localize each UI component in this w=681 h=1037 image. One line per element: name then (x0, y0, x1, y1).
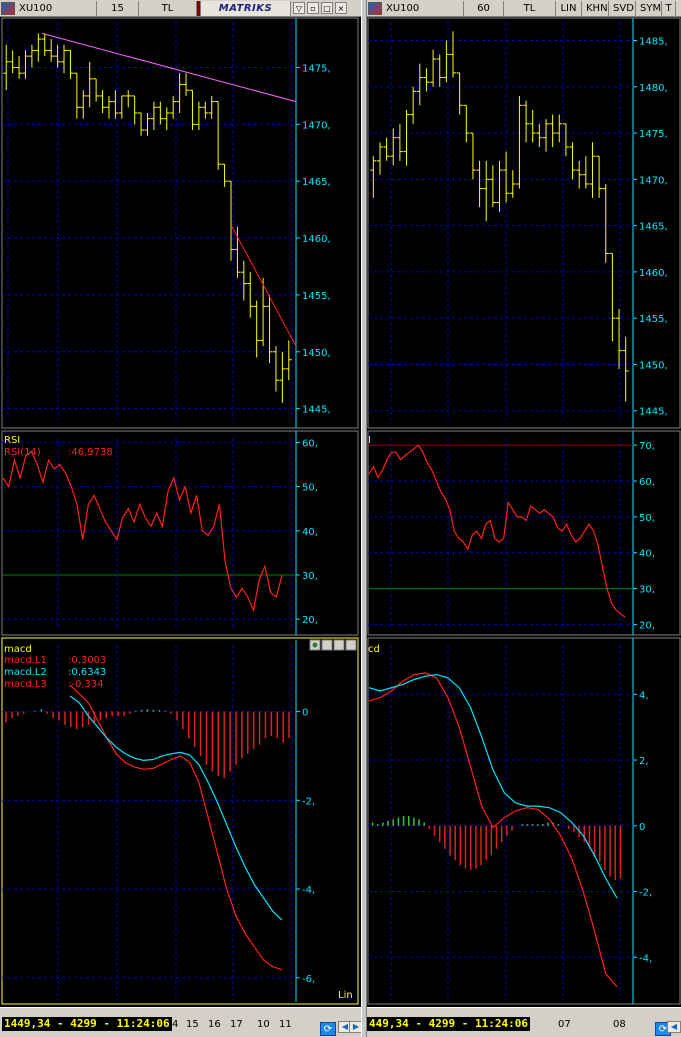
left-macd-axis-tick-label: -4, (302, 885, 315, 896)
right-macd-axis-tick-label: -4, (639, 953, 652, 964)
left-rsi-axis-tick-label: 60, (302, 438, 318, 449)
left-date-label: 10 (257, 1019, 270, 1030)
right-price-axis-tick-label: 1450, (639, 360, 668, 371)
left-macd-legend-value: :0,3003 (68, 655, 106, 666)
right-macd-axis-tick-label: 0 (639, 822, 645, 833)
left-chart-window: XU100 15 TL MATRIKS ▽ ▫ □ × 1475, 1470, 14… (0, 0, 361, 1037)
left-price-axis-tick-label: 1455, (302, 291, 331, 302)
left-rsi-axis-tick-label: 40, (302, 527, 318, 538)
left-rsi-title: RSI (4, 435, 20, 446)
left-price-axis-tick-label: 1460, (302, 234, 331, 245)
right-macd-axis-tick-label: -2, (639, 888, 652, 899)
left-macd-legend-label: macd.L1 (4, 655, 47, 666)
left-date-label: 15 (186, 1019, 199, 1030)
left-rsi-axis-tick-label: 30, (302, 571, 318, 582)
right-rsi-axis-tick-label: 50, (639, 513, 655, 524)
left-quote-readout: 1449,34 - 4299 - 11:24:06 (2, 1017, 172, 1031)
right-rsi-axis-tick-label: 60, (639, 477, 655, 488)
right-status-bar: 449,34 - 4299 - 11:24:06 07 08 ⟳ ◀ (367, 1007, 681, 1037)
left-trendline (231, 226, 297, 347)
left-price-axis-tick-label: 1475, (302, 63, 331, 74)
left-macd-legend-label: macd.L3 (4, 679, 47, 690)
right-rsi-title: I (368, 435, 371, 446)
right-price-axis-tick-label: 1445, (639, 407, 668, 418)
left-price-axis-tick-label: 1445, (302, 405, 331, 416)
right-macd-l2-line (368, 673, 618, 899)
left-macd-maximize-icon (333, 639, 345, 651)
left-sync-icon[interactable]: ⟳ (320, 1022, 336, 1036)
right-rsi-axis-tick-label: 40, (639, 549, 655, 560)
left-rsi-axis-tick-label: 50, (302, 483, 318, 494)
left-date-label: 17 (230, 1019, 243, 1030)
left-date-label: 4 (172, 1019, 179, 1030)
left-macd-axis-tick-label: -2, (302, 796, 315, 807)
right-date-label: 08 (613, 1019, 626, 1030)
left-rsi-legend-value: :46,9738 (68, 447, 113, 458)
left-scale-label: Lin (338, 990, 353, 1001)
right-price-axis-tick-label: 1485, (639, 37, 668, 48)
right-date-label: 07 (558, 1019, 571, 1030)
right-chart-canvas[interactable]: 1485, 1480, 1475, 1470, 1465, 1460, 1455, 1450,… (367, 0, 681, 1037)
left-date-label: 16 (208, 1019, 221, 1030)
right-macd-title: cd (368, 644, 380, 655)
right-rsi-axis-tick-label: 20, (639, 620, 655, 631)
left-scroll-right-icon[interactable]: ▶ (349, 1021, 361, 1033)
left-rsi-legend-label: RSI(14) (4, 447, 41, 458)
left-price-axis-tick-label: 1450, (302, 348, 331, 359)
right-price-axis-tick-label: 1470, (639, 175, 668, 186)
right-scroll-left-icon[interactable]: ◀ (667, 1021, 681, 1033)
right-price-axis-tick-label: 1475, (639, 129, 668, 140)
right-rsi-line (368, 444, 626, 618)
right-price-axis-tick-label: 1455, (639, 314, 668, 325)
left-macd-axis-tick-label: -6, (302, 974, 315, 985)
right-price-axis-tick-label: 1480, (639, 83, 668, 94)
left-macd-minimize-icon (321, 639, 333, 651)
left-macd-add-icon-dot (312, 642, 318, 648)
left-macd-axis-tick-label: 0 (302, 708, 308, 719)
left-rsi-axis-tick-label: 20, (302, 615, 318, 626)
right-macd-axis-tick-label: 4, (639, 690, 649, 701)
right-price-axis-tick-label: 1460, (639, 268, 668, 279)
left-macd-legend-value: :-0,334 (68, 679, 104, 690)
right-price-axis-tick-label: 1465, (639, 222, 668, 233)
right-chart-window: XU100 60 TL LIN KHN SVD SYM T 1485, 1480,… (367, 0, 681, 1037)
right-macd-axis-tick-label: 2, (639, 756, 649, 767)
left-macd-title: macd (4, 644, 32, 655)
left-price-axis-tick-label: 1465, (302, 177, 331, 188)
left-macd-panel-frame (1, 637, 359, 1005)
right-rsi-axis-tick-label: 70, (639, 441, 655, 452)
left-date-label: 11 (279, 1019, 292, 1030)
right-rsi-axis-tick-label: 30, (639, 585, 655, 596)
left-macd-legend-value: :0,6343 (68, 667, 106, 678)
left-macd-legend-label: macd.L2 (4, 667, 47, 678)
right-quote-readout: 449,34 - 4299 - 11:24:06 (367, 1017, 530, 1031)
left-price-axis-tick-label: 1470, (302, 120, 331, 131)
left-status-bar: 1449,34 - 4299 - 11:24:06 4 15 16 17 10 … (0, 1007, 361, 1037)
left-macd-close-icon (345, 639, 357, 651)
left-chart-canvas[interactable]: 1475, 1470, 1465, 1460, 1455, 1450, 1445, 60, 50… (0, 0, 361, 1037)
